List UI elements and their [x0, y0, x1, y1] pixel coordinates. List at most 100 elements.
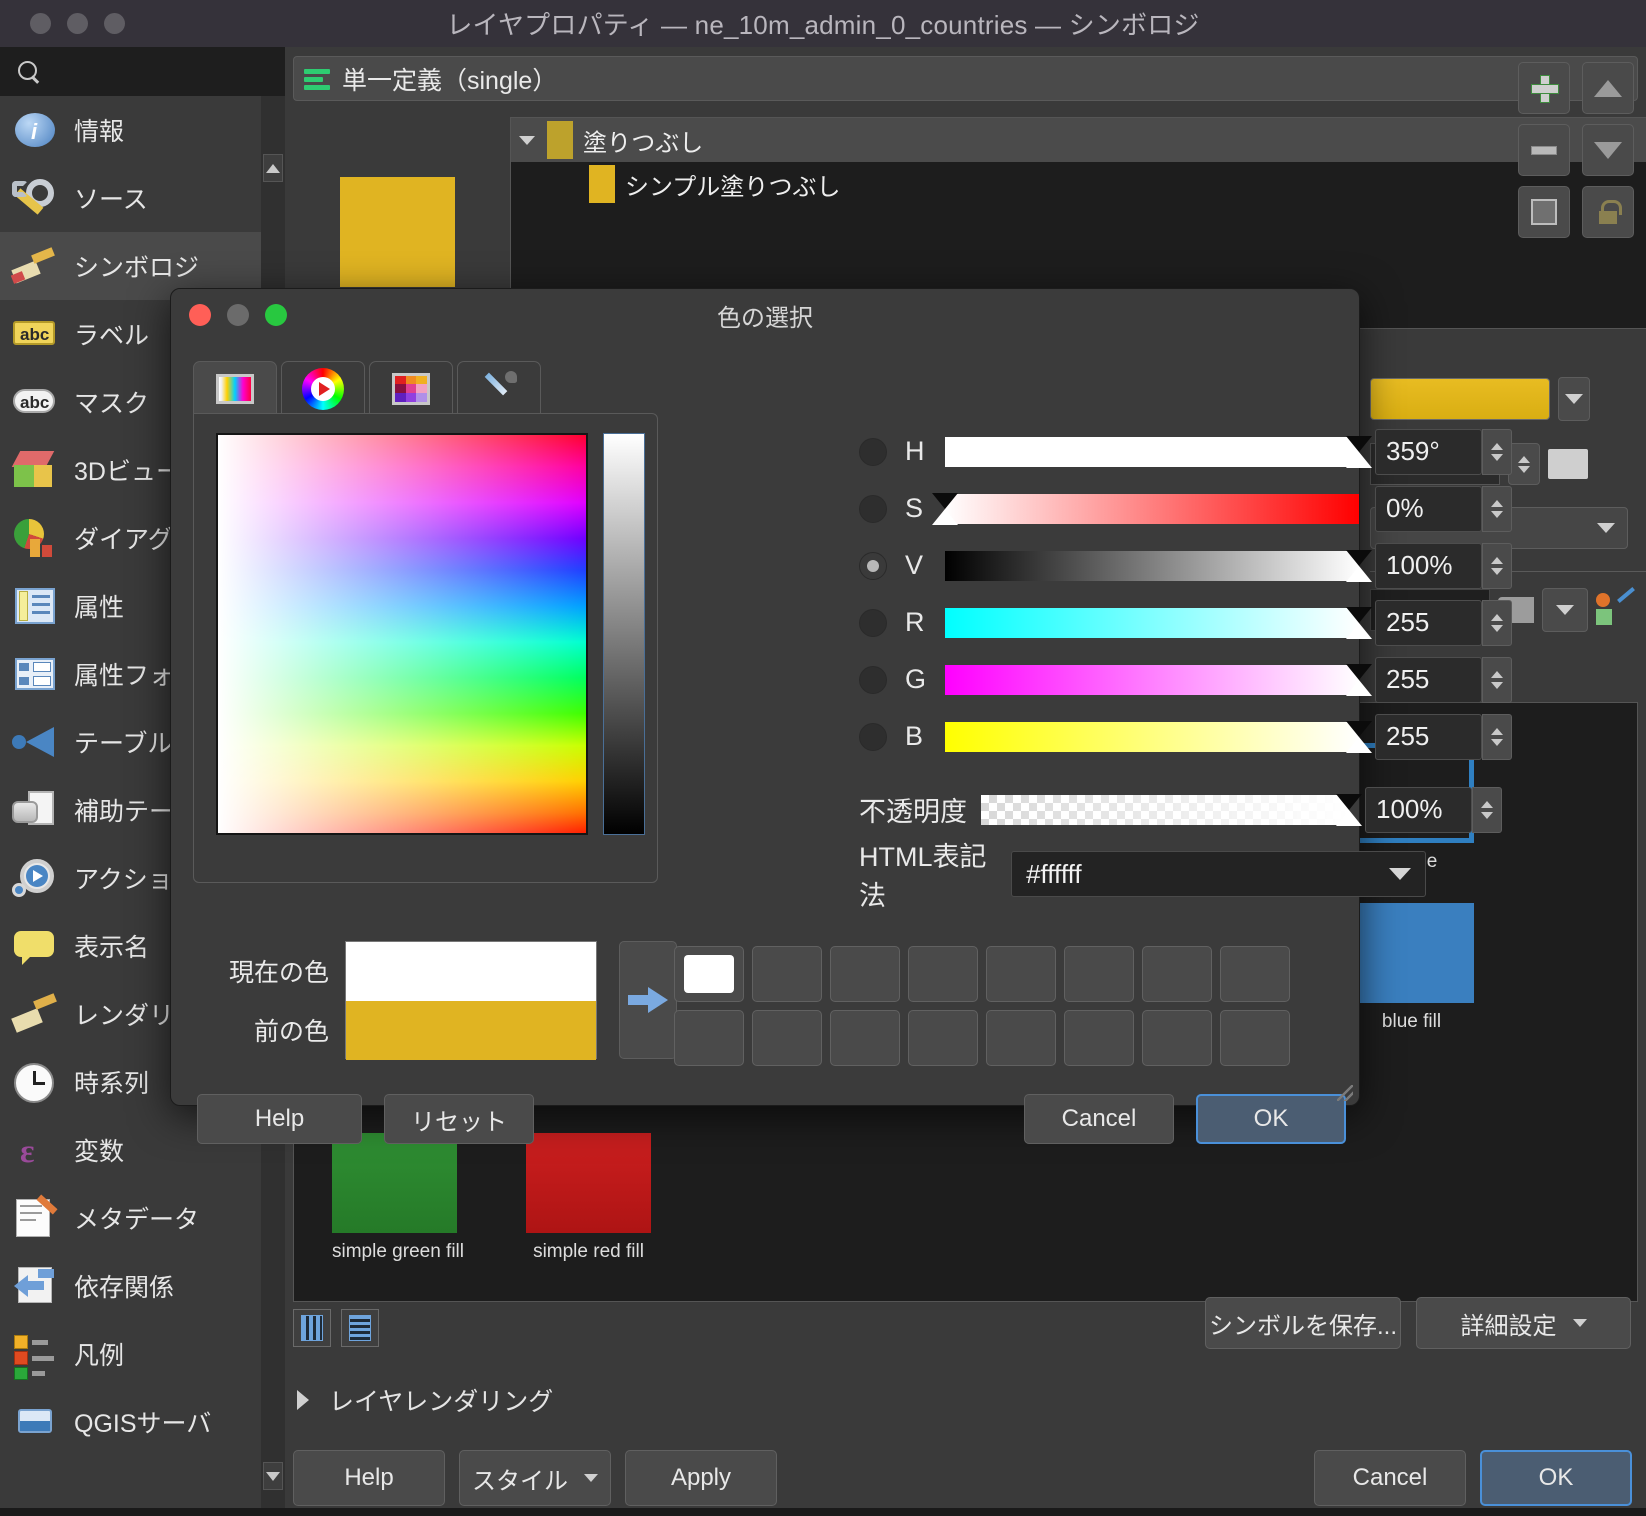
tab-color-wheel[interactable] [281, 361, 365, 415]
chevron-down-icon[interactable] [519, 135, 535, 145]
recent-color-swatch-12[interactable] [908, 1010, 978, 1066]
recent-color-swatch-16[interactable] [1220, 1010, 1290, 1066]
channel-slider-b[interactable] [945, 720, 1372, 753]
channel-radio-r[interactable] [859, 608, 887, 637]
channel-stepper-h[interactable] [1482, 428, 1512, 475]
channel-stepper-v[interactable] [1482, 542, 1512, 589]
recent-color-swatch-8[interactable] [1220, 946, 1290, 1002]
sidebar-item-20[interactable]: QGISサーバ [0, 1388, 285, 1456]
color-cancel-button[interactable]: Cancel [1024, 1094, 1174, 1144]
channel-value-s[interactable]: 0% [1375, 485, 1482, 532]
opacity-stepper[interactable] [1472, 786, 1502, 833]
channel-slider-s[interactable] [932, 492, 1359, 525]
layer-rendering-section[interactable]: レイヤレンダリング [297, 1382, 553, 1418]
sidebar-item-1[interactable]: i 情報 [0, 96, 285, 164]
move-symbol-layer-up-button[interactable] [1582, 62, 1634, 114]
previous-color-swatch[interactable] [346, 1001, 596, 1060]
fill-color-button[interactable] [1370, 378, 1550, 420]
html-notation-field[interactable]: #ffffff [1011, 851, 1426, 897]
fill-color-dropdown[interactable] [1558, 377, 1590, 421]
recent-color-swatch-9[interactable] [674, 1010, 744, 1066]
sidebar-item-17[interactable]: メタデータ [0, 1184, 285, 1252]
color-ok-button[interactable]: OK [1196, 1094, 1346, 1144]
add-symbol-layer-button[interactable] [1518, 62, 1570, 114]
channel-value-b[interactable]: 255 [1375, 713, 1482, 760]
channel-value-h[interactable]: 359° [1375, 428, 1482, 475]
channel-radio-h[interactable] [859, 437, 887, 466]
opacity-value[interactable]: 100% [1365, 786, 1472, 833]
recent-color-swatch-7[interactable] [1142, 946, 1212, 1002]
list-view-button[interactable] [341, 1309, 379, 1347]
channel-value-v[interactable]: 100% [1375, 542, 1482, 589]
color-help-button[interactable]: Help [197, 1094, 362, 1144]
search-input[interactable] [42, 61, 285, 82]
tab-color-swatches[interactable] [369, 361, 453, 415]
renderer-type-combo[interactable]: 単一定義（single） [293, 56, 1638, 101]
recent-color-swatch-1[interactable] [674, 946, 744, 1002]
filter-dropdown[interactable] [1542, 588, 1588, 632]
channel-stepper-s[interactable] [1482, 485, 1512, 532]
lock-layer-button[interactable] [1582, 186, 1634, 238]
saturation-value-square[interactable] [216, 433, 588, 835]
symbol-layer-label: 塗りつぶし [583, 129, 704, 157]
apply-previous-color-button[interactable] [619, 941, 677, 1059]
remove-symbol-layer-button[interactable] [1518, 124, 1570, 176]
channel-slider-v[interactable] [945, 549, 1372, 582]
style-button[interactable]: スタイル [459, 1450, 611, 1506]
recent-color-swatch-3[interactable] [830, 946, 900, 1002]
recent-color-swatch-13[interactable] [986, 1010, 1056, 1066]
sidebar-item-2[interactable]: ソース [0, 164, 285, 232]
channel-radio-v[interactable] [859, 551, 887, 580]
list-item[interactable]: simple green fill [332, 1133, 464, 1263]
channel-slider-g[interactable] [945, 663, 1372, 696]
recent-color-swatch-6[interactable] [1064, 946, 1134, 1002]
color-reset-button[interactable]: リセット [384, 1094, 534, 1144]
value-slider[interactable] [603, 433, 645, 835]
channel-radio-s[interactable] [859, 494, 887, 523]
symbol-swatch [332, 1133, 457, 1233]
tab-color-ramp[interactable] [193, 361, 277, 415]
tab-color-picker[interactable] [457, 361, 541, 415]
save-symbol-button[interactable]: シンボルを保存... [1205, 1297, 1401, 1349]
recent-color-swatch-2[interactable] [752, 946, 822, 1002]
opacity-slider[interactable] [981, 793, 1362, 826]
chevron-down-icon[interactable] [1388, 868, 1411, 880]
sidebar-item-label: ダイアグ [74, 526, 173, 554]
unit-stepper[interactable] [1508, 443, 1540, 485]
advanced-settings-button[interactable]: 詳細設定 [1416, 1297, 1631, 1349]
table-row[interactable]: シンプル塗りつぶし [511, 162, 1646, 206]
move-symbol-layer-down-button[interactable] [1582, 124, 1634, 176]
sidebar-item-18[interactable]: 依存関係 [0, 1252, 285, 1320]
channel-stepper-b[interactable] [1482, 713, 1512, 760]
sidebar-search[interactable] [0, 47, 285, 96]
recent-color-swatch-10[interactable] [752, 1010, 822, 1066]
duplicate-symbol-layer-button[interactable] [1518, 186, 1570, 238]
resize-grip[interactable] [1337, 1085, 1353, 1101]
sidebar-item-19[interactable]: 凡例 [0, 1320, 285, 1388]
channel-stepper-r[interactable] [1482, 599, 1512, 646]
recent-color-swatch-11[interactable] [830, 1010, 900, 1066]
channel-slider-r[interactable] [945, 606, 1372, 639]
table-row[interactable]: 塗りつぶし [511, 118, 1646, 162]
channel-stepper-g[interactable] [1482, 656, 1512, 703]
recent-color-swatch-5[interactable] [986, 946, 1056, 1002]
recent-color-swatch-4[interactable] [908, 946, 978, 1002]
channel-value-g[interactable]: 255 [1375, 656, 1482, 703]
recent-color-swatch-14[interactable] [1064, 1010, 1134, 1066]
apply-button[interactable]: Apply [625, 1450, 777, 1506]
sidebar-scroll-up-button[interactable] [263, 154, 283, 182]
data-defined-override-icon[interactable] [1548, 449, 1588, 479]
channel-radio-g[interactable] [859, 665, 887, 694]
recent-color-swatch-15[interactable] [1142, 1010, 1212, 1066]
style-manager-icon[interactable] [1596, 587, 1640, 627]
grid-view-button[interactable] [293, 1309, 331, 1347]
sidebar-scroll-down-button[interactable] [263, 1462, 283, 1490]
channel-slider-h[interactable] [945, 435, 1372, 468]
channel-value-r[interactable]: 255 [1375, 599, 1482, 646]
list-item[interactable]: blue fill [1349, 903, 1474, 1033]
channel-radio-b[interactable] [859, 722, 887, 751]
help-button[interactable]: Help [293, 1450, 445, 1506]
ok-button[interactable]: OK [1480, 1450, 1632, 1506]
cancel-button[interactable]: Cancel [1314, 1450, 1466, 1506]
list-item[interactable]: simple red fill [526, 1133, 651, 1263]
